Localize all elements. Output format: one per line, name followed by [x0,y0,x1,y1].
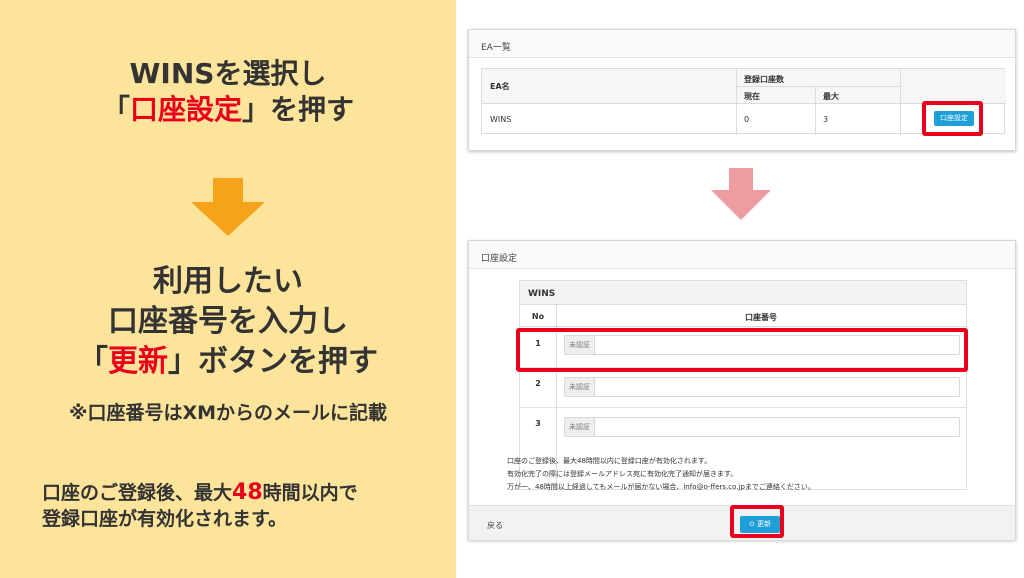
highlight-box-input [516,328,968,372]
account-number-input[interactable]: 未認証 [564,377,960,397]
activation-hours: 48 [232,480,263,505]
col-divider [815,86,816,135]
bracket-open: 「 [101,93,130,126]
instruction-panel: WINSを選択し 「口座設定」を押す 利用したい 口座番号を入力し 「更新」ボタ… [0,0,456,578]
account-settings-title: 口座設定 [469,241,1015,269]
status-badge: 未認証 [565,378,595,396]
col-account-count: 登録口座数 [744,75,784,84]
info-line: 口座のご登録後、最大48時間以内に登録口座が有効化されます。 [507,457,712,465]
ea-list-title: EA一覧 [469,30,1015,58]
row-no: 2 [535,379,541,388]
ea-row-name: WINS [490,115,512,124]
note-text: ※口座番号はXMからのメールに記載 [68,402,388,424]
step1-text: WINSを選択し 「口座設定」を押す [0,56,456,128]
status-badge: 未認証 [565,418,595,436]
step2-line3: 「更新」ボタンを押す [0,342,456,382]
step2-line2: 口座番号を入力し [108,304,348,339]
col-divider [900,69,901,135]
col-current: 現在 [744,92,760,101]
col-account-number: 口座番号 [745,313,777,322]
activation-post: 時間以内で [262,482,358,504]
highlight-box-settings [922,101,983,136]
col-ea-name: EA名 [490,82,510,91]
tutorial-slide: WINSを選択し 「口座設定」を押す 利用したい 口座番号を入力し 「更新」ボタ… [0,0,1024,578]
activation-line2: 登録口座が有効化されます。 [42,508,288,530]
step1-line2-rest: 」を押す [242,93,355,126]
step1-highlight: 口座設定 [129,93,242,126]
arrow-down-icon [191,178,265,236]
ea-row-current: 0 [744,115,750,124]
info-line: 有効化完了の際には登録メールアドレス宛に有効化完了通知が届きます。 [507,470,738,478]
col-no: No [531,312,545,321]
row-no: 3 [535,419,541,428]
col-max: 最大 [823,92,839,101]
bracket-open: 「 [78,344,108,379]
account-table-header: No 口座番号 [520,305,966,327]
row-divider [736,86,900,87]
step2-line3-rest: 」ボタンを押す [168,344,378,379]
step1-line2: 「口座設定」を押す [0,92,456,128]
row-divider [520,407,966,408]
ea-row-max: 3 [823,115,829,124]
activation-line1: 口座のご登録後、最大48時間以内で [42,480,442,506]
ea-name-label: WINS [520,281,966,305]
info-line: 万が一、48時間以上経過してもメールが届かない場合、info@o-ffers.c… [507,483,815,491]
account-number-input[interactable]: 未認証 [564,417,960,437]
activation-pre: 口座のご登録後、最大 [42,482,233,504]
back-link[interactable]: 戻る [487,520,503,531]
step2-line1: 利用したい [153,264,303,299]
account-settings-card: 口座設定 WINS No 口座番号 1 未認証 2 未認証 3 未認証 口座のご [468,240,1016,540]
step2-highlight: 更新 [108,344,168,379]
arrow-down-icon [711,168,771,220]
step1-line1: WINSを選択し [129,57,327,90]
col-divider [736,69,737,135]
step2-text: 利用したい 口座番号を入力し 「更新」ボタンを押す [0,262,456,382]
highlight-box-update [730,505,784,538]
activation-text: 口座のご登録後、最大48時間以内で 登録口座が有効化されます。 [42,480,442,532]
